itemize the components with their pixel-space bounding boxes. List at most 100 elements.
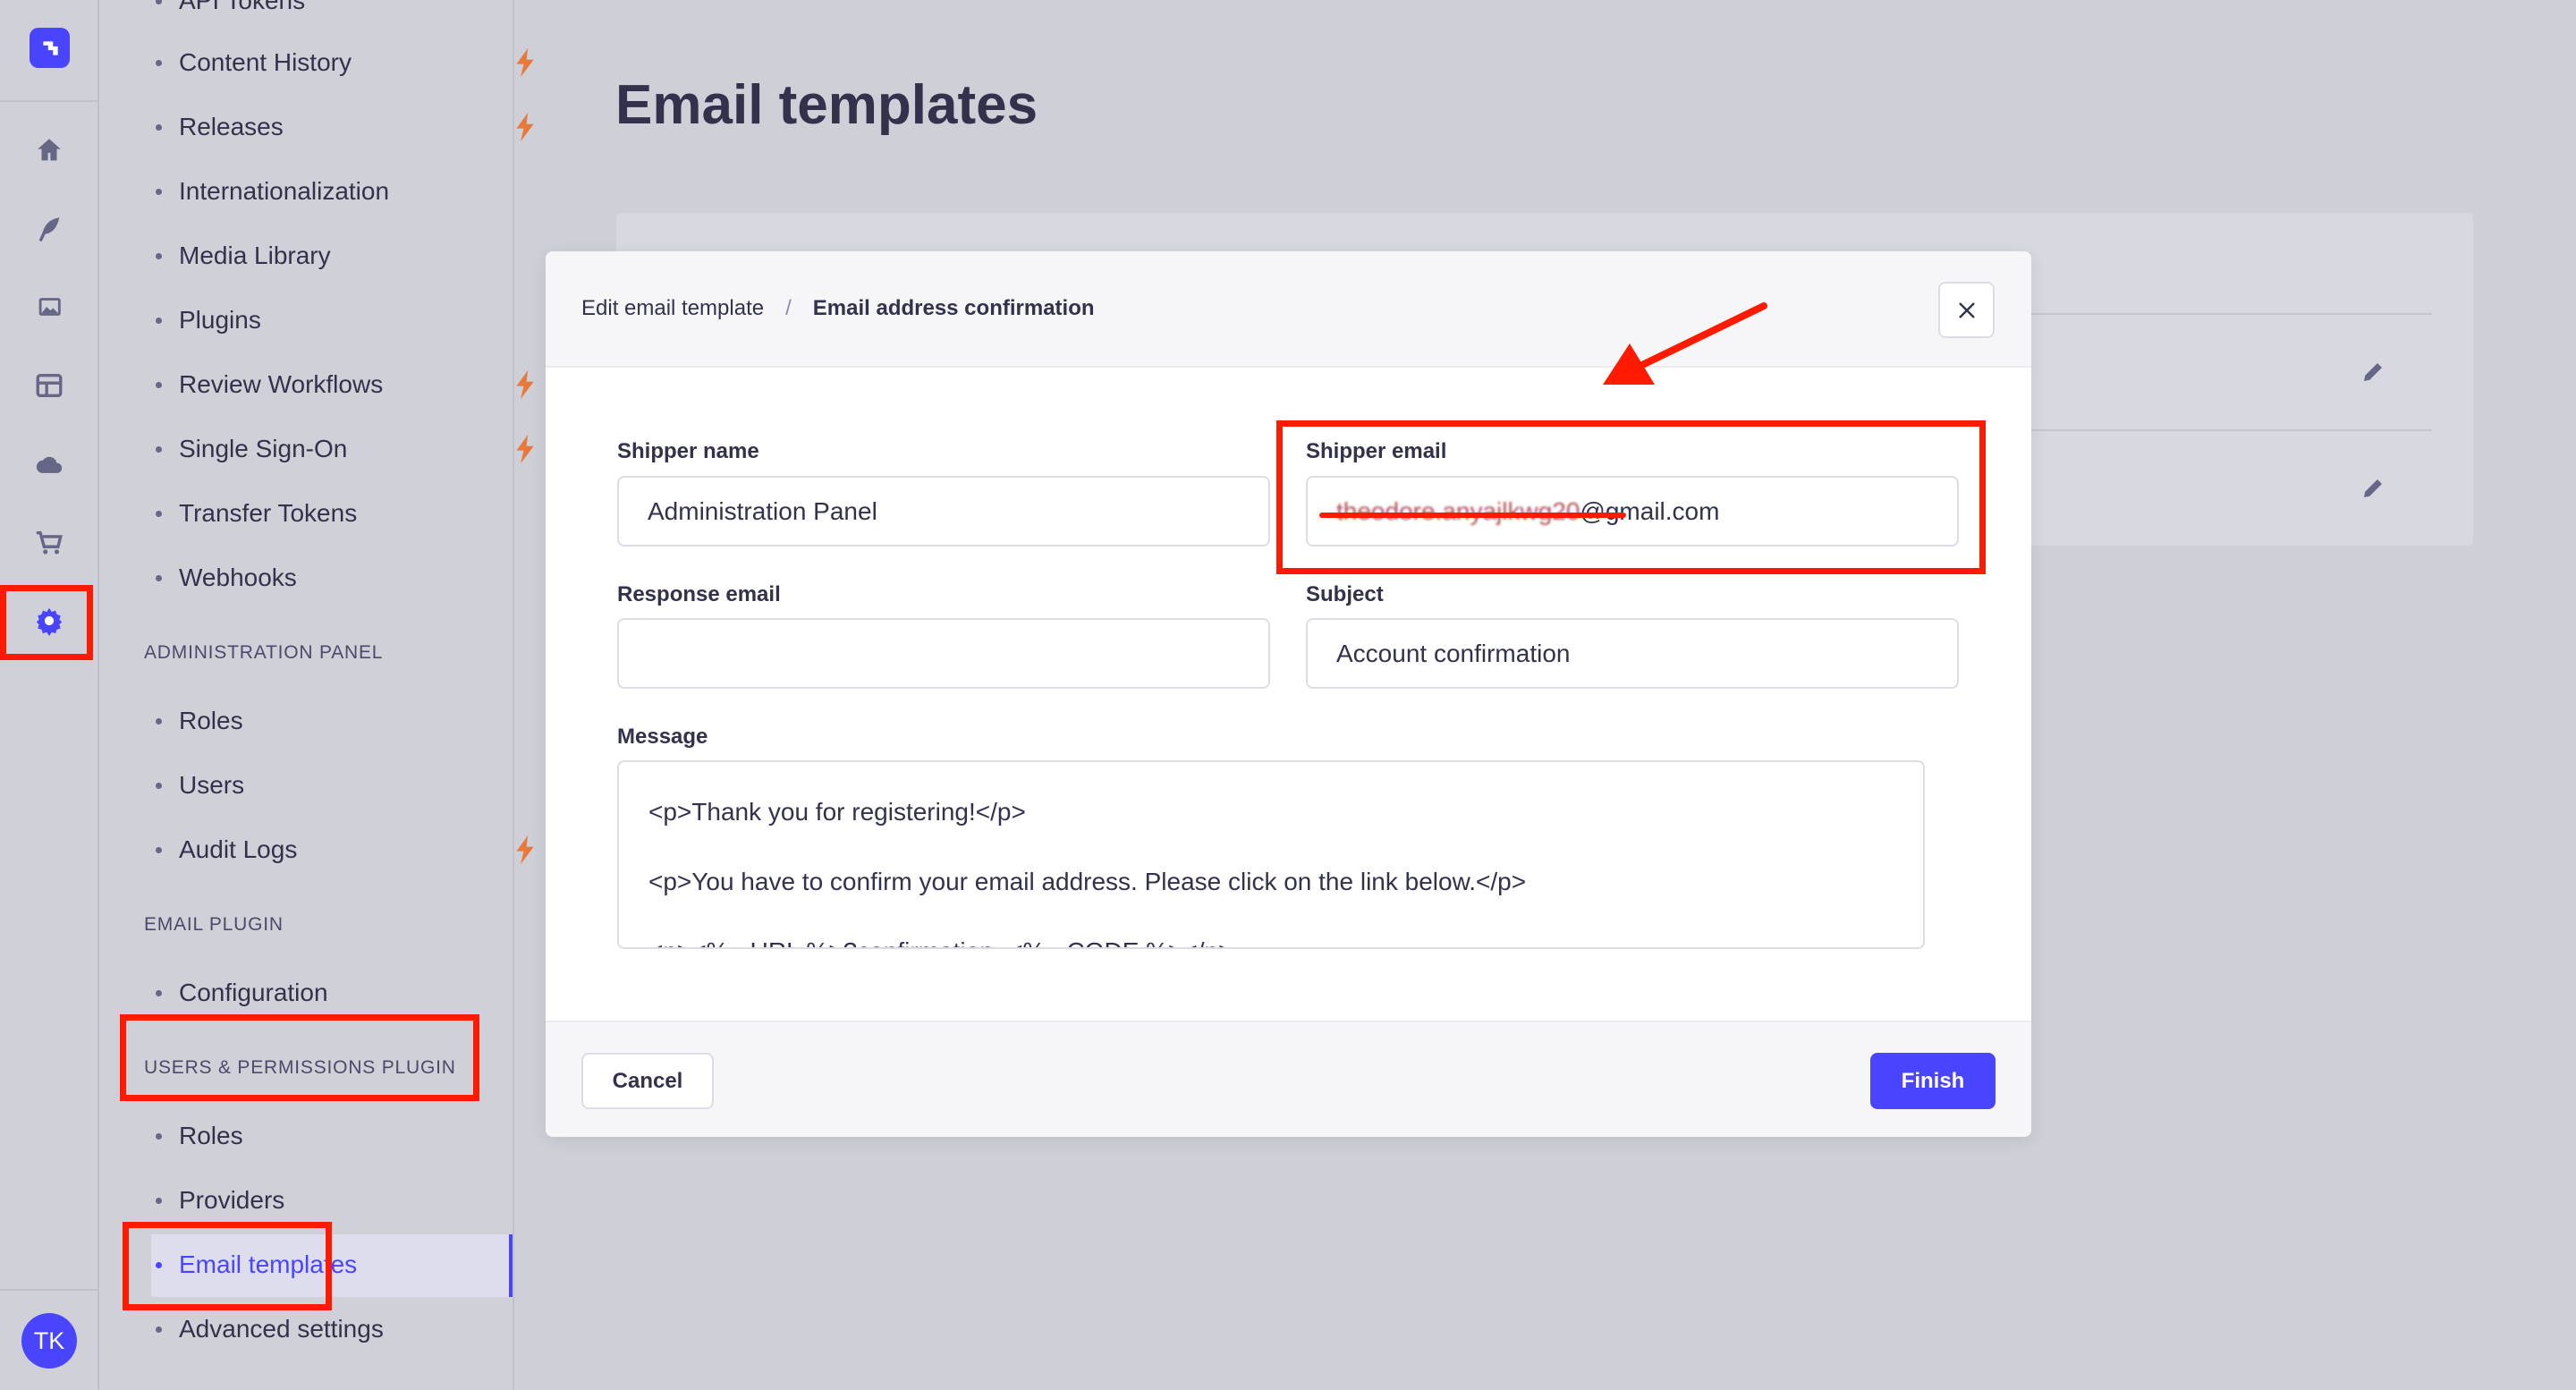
lightning-premium-icon	[516, 48, 534, 77]
sidebar-item-providers[interactable]: Providers	[156, 1180, 585, 1221]
response-email-label: Response email	[617, 582, 781, 606]
pencil-edit-icon[interactable]	[2360, 359, 2386, 386]
sidebar-item-label: Advanced settings	[179, 1315, 384, 1343]
sidebar-item-label: Transfer Tokens	[179, 499, 358, 527]
sidebar-item-transfer-tokens[interactable]: Transfer Tokens	[156, 493, 585, 534]
bullet	[156, 510, 162, 517]
sidebar-item-label: Releases	[179, 113, 284, 140]
bullet	[156, 59, 162, 66]
media-library-icon[interactable]	[27, 284, 72, 329]
marketplace-cart-icon[interactable]	[27, 521, 72, 565]
rail-divider	[0, 100, 99, 102]
settings-sidebar: API Tokens Content History Releases Inte…	[99, 0, 534, 1390]
sidebar-item-advanced-settings[interactable]: Advanced settings	[156, 1309, 585, 1350]
rail-bottom-divider	[0, 1289, 99, 1291]
bullet	[156, 1132, 162, 1140]
bullet	[156, 445, 162, 453]
bullet	[156, 1197, 162, 1204]
bullet	[156, 317, 162, 324]
sidebar-item-label: Media Library	[179, 242, 331, 269]
message-label: Message	[617, 725, 708, 749]
breadcrumb-current: Email address confirmation	[812, 296, 1095, 320]
sidebar-item-webhooks[interactable]: Webhooks	[156, 557, 585, 598]
sidebar-item-label: Single Sign-On	[179, 435, 348, 462]
sidebar-item-configuration[interactable]: Configuration	[156, 972, 585, 1013]
finish-button[interactable]: Finish	[1870, 1053, 1996, 1109]
bullet	[156, 574, 162, 581]
sidebar-item-label: Roles	[179, 1122, 243, 1149]
shipper-name-label: Shipper name	[617, 439, 759, 463]
sidebar-item-label: Content History	[179, 48, 352, 76]
close-button[interactable]	[1938, 282, 1995, 338]
sidebar-item-media-library[interactable]: Media Library	[156, 235, 585, 276]
sidebar-item-plugins[interactable]: Plugins	[156, 300, 585, 341]
modal-footer: Cancel Finish	[546, 1021, 2031, 1137]
sidebar-item-single-sign-on[interactable]: Single Sign-On	[156, 428, 585, 470]
section-email-plugin: EMAIL PLUGIN	[144, 914, 284, 935]
sidebar-item-audit-logs[interactable]: Audit Logs	[156, 829, 585, 870]
content-type-builder-icon[interactable]	[27, 363, 72, 408]
sidebar-item-label: Users	[179, 771, 245, 799]
shipper-name-input[interactable]: Administration Panel	[617, 476, 1270, 547]
bullet	[156, 252, 162, 259]
bullet	[156, 989, 162, 996]
bullet	[156, 188, 162, 195]
subject-input[interactable]: Account confirmation	[1306, 618, 1959, 689]
close-icon	[1958, 301, 1975, 318]
response-email-input[interactable]	[617, 618, 1270, 689]
content-manager-icon[interactable]	[27, 207, 72, 251]
user-avatar[interactable]: TK	[21, 1313, 77, 1369]
sidebar-item-review-workflows[interactable]: Review Workflows	[156, 364, 585, 405]
main-nav-rail: TK	[0, 0, 99, 1390]
lightning-premium-icon	[516, 370, 534, 399]
home-icon[interactable]	[27, 128, 72, 173]
cloud-icon[interactable]	[27, 442, 72, 487]
page-title: Email templates	[615, 74, 1038, 136]
sidebar-item-label: Internationalization	[179, 177, 390, 205]
sidebar-item-content-history[interactable]: Content History	[156, 42, 585, 83]
sidebar-item-label: Plugins	[179, 306, 261, 334]
edit-email-template-modal: Edit email template / Email address conf…	[546, 251, 2031, 1137]
shipper-email-highlight-box	[1276, 420, 1986, 574]
settings-highlight-box	[0, 585, 93, 660]
lightning-premium-icon	[516, 113, 534, 141]
sidebar-item-internationalization[interactable]: Internationalization	[156, 171, 585, 212]
bullet	[156, 0, 162, 4]
message-line: <p><%= URL %>?confirmation=<%= CODE %></…	[648, 934, 1894, 947]
sidebar-item-users[interactable]: Users	[156, 765, 585, 806]
sidebar-item-label: Roles	[179, 707, 243, 734]
cancel-button[interactable]: Cancel	[581, 1053, 714, 1109]
sidebar-item-label: Review Workflows	[179, 370, 384, 398]
bullet	[156, 1326, 162, 1333]
pencil-edit-icon[interactable]	[2360, 475, 2386, 502]
modal-header: Edit email template / Email address conf…	[546, 251, 2031, 368]
users-permissions-highlight-box	[120, 1014, 479, 1101]
subject-label: Subject	[1306, 582, 1384, 606]
bullet	[156, 123, 162, 131]
breadcrumb: Edit email template / Email address conf…	[581, 296, 1095, 321]
sidebar-item-api-tokens[interactable]: API Tokens	[156, 0, 585, 21]
bullet	[156, 782, 162, 789]
sidebar-item-roles[interactable]: Roles	[156, 700, 585, 742]
sidebar-item-label: API Tokens	[179, 0, 306, 14]
sidebar-item-label: Providers	[179, 1186, 285, 1214]
lightning-premium-icon	[516, 835, 534, 864]
bullet	[156, 717, 162, 725]
breadcrumb-parent: Edit email template	[581, 296, 765, 320]
annotation-arrow-icon	[1603, 302, 1767, 385]
message-line: <p>You have to confirm your email addres…	[648, 868, 1527, 895]
sidebar-item-label: Audit Logs	[179, 835, 298, 863]
message-line: <p>Thank you for registering!</p>	[648, 798, 1026, 826]
email-templates-highlight-box	[123, 1222, 332, 1310]
lightning-premium-icon	[516, 435, 534, 463]
strapi-logo-icon[interactable]	[30, 28, 70, 68]
sidebar-item-label: Webhooks	[179, 564, 297, 591]
sidebar-item-up-roles[interactable]: Roles	[156, 1115, 585, 1157]
breadcrumb-separator: /	[785, 296, 792, 320]
sidebar-item-releases[interactable]: Releases	[156, 106, 585, 148]
bullet	[156, 381, 162, 388]
sidebar-item-label: Configuration	[179, 979, 328, 1006]
message-textarea[interactable]: <p>Thank you for registering!</p> <p>You…	[617, 760, 1925, 949]
bullet	[156, 846, 162, 853]
section-administration-panel: ADMINISTRATION PANEL	[144, 642, 384, 663]
